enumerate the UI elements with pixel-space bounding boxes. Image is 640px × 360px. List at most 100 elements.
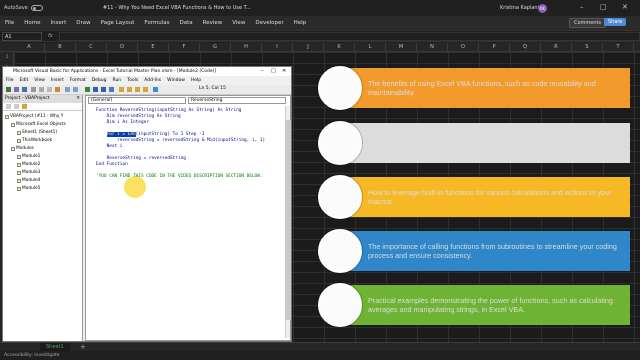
column-header[interactable]: J — [293, 43, 324, 52]
name-box[interactable]: A1 — [2, 31, 42, 41]
column-header[interactable]: S — [572, 43, 603, 52]
column-header[interactable]: U — [634, 43, 640, 52]
tree-sheet1[interactable]: Sheet1 (Sheet1) — [17, 130, 57, 135]
code-window[interactable]: (General) ReverseString Function Reverse… — [85, 95, 291, 341]
save-icon[interactable] — [22, 87, 27, 92]
tab-formulas[interactable]: Formulas — [139, 20, 174, 26]
tab-data[interactable]: Data — [175, 20, 198, 26]
column-header[interactable]: L — [355, 43, 386, 52]
column-header[interactable]: E — [138, 43, 169, 52]
column-header[interactable]: C — [76, 43, 107, 52]
column-header[interactable]: G — [200, 43, 231, 52]
object-dropdown[interactable]: (General) — [88, 97, 186, 104]
tree-module4[interactable]: Module4 — [17, 178, 40, 183]
vba-menu-format[interactable]: Format — [67, 78, 89, 83]
comments-button[interactable]: Comments — [569, 18, 607, 28]
column-header[interactable]: I — [262, 43, 293, 52]
tree-excel-objects[interactable]: Microsoft Excel Objects — [11, 122, 66, 127]
vba-menu-help[interactable]: Help — [188, 78, 204, 83]
callout-text: The importance of calling functions from… — [368, 241, 617, 261]
formula-input[interactable] — [58, 31, 640, 41]
find-icon[interactable] — [55, 87, 60, 92]
close-icon[interactable]: ✕ — [622, 3, 628, 11]
vba-menu-tools[interactable]: Tools — [124, 78, 141, 83]
tab-help[interactable]: Help — [289, 20, 312, 26]
vba-menu-edit[interactable]: Edit — [17, 78, 32, 83]
help-icon[interactable] — [153, 87, 158, 92]
view-code-icon[interactable] — [6, 104, 11, 109]
code-line: Next i — [96, 144, 123, 149]
vba-menu-run[interactable]: Run — [110, 78, 125, 83]
accessibility-status[interactable]: Accessibility: Investigate — [4, 353, 59, 358]
toggle-folders-icon[interactable] — [22, 104, 27, 109]
project-close-icon[interactable]: ✕ — [76, 95, 80, 103]
tree-modules[interactable]: Modules — [11, 146, 34, 151]
reset-icon[interactable] — [101, 87, 106, 92]
column-header[interactable]: A — [14, 43, 45, 52]
vba-menu-file[interactable]: File — [3, 78, 17, 83]
run-icon[interactable] — [85, 87, 90, 92]
cut-icon[interactable] — [31, 87, 36, 92]
column-header[interactable]: K — [324, 43, 355, 52]
column-header[interactable]: T — [603, 43, 634, 52]
toolbox-icon[interactable] — [143, 87, 148, 92]
vba-menu-window[interactable]: Window — [164, 78, 188, 83]
tree-module3[interactable]: Module3 — [17, 170, 40, 175]
code-line-for: For i = Len(inputString) To 1 Step -1 — [96, 132, 204, 137]
vba-menu-insert[interactable]: Insert — [48, 78, 67, 83]
share-button[interactable]: Share — [604, 18, 627, 26]
vba-menu-addins[interactable]: Add-Ins — [141, 78, 164, 83]
paste-icon[interactable] — [47, 87, 52, 92]
tab-file[interactable]: File — [0, 20, 19, 26]
tab-review[interactable]: Review — [198, 20, 228, 26]
tree-thisworkbook[interactable]: ThisWorkbook — [17, 138, 52, 143]
tab-view[interactable]: View — [227, 20, 250, 26]
column-header[interactable]: N — [417, 43, 448, 52]
view-object-icon[interactable] — [14, 104, 19, 109]
column-header[interactable]: Q — [510, 43, 541, 52]
break-icon[interactable] — [93, 87, 98, 92]
autosave-toggle[interactable] — [30, 5, 43, 11]
column-header[interactable]: D — [107, 43, 138, 52]
redo-icon[interactable] — [73, 87, 78, 92]
project-explorer-icon[interactable] — [119, 87, 124, 92]
tree-module5[interactable]: Module5 — [17, 186, 40, 191]
vba-close-icon[interactable]: ✕ — [282, 67, 286, 76]
callout-box: The importance of calling functions from… — [340, 231, 630, 271]
column-header[interactable]: P — [479, 43, 510, 52]
tree-module1[interactable]: Module1 — [17, 154, 40, 159]
properties-icon[interactable] — [127, 87, 132, 92]
vba-menu-view[interactable]: View — [31, 78, 48, 83]
tree-vbaproject[interactable]: VBAProject (#11 - Why Y — [5, 114, 63, 119]
code-scrollbar[interactable] — [285, 106, 291, 338]
copy-icon[interactable] — [39, 87, 44, 92]
vba-minimize-icon[interactable]: – — [261, 67, 264, 76]
vba-menu-debug[interactable]: Debug — [89, 78, 110, 83]
vba-maximize-icon[interactable]: □ — [271, 67, 276, 76]
column-header[interactable]: H — [231, 43, 262, 52]
scroll-thumb[interactable] — [286, 120, 291, 320]
column-header[interactable]: R — [541, 43, 572, 52]
fx-icon[interactable]: fx — [48, 33, 53, 39]
excel-view-icon[interactable] — [6, 87, 11, 92]
undo-icon[interactable] — [65, 87, 70, 92]
avatar[interactable]: KK — [538, 4, 547, 13]
tab-home[interactable]: Home — [19, 20, 45, 26]
design-mode-icon[interactable] — [109, 87, 114, 92]
tree-module2[interactable]: Module2 — [17, 162, 40, 167]
column-header[interactable]: O — [448, 43, 479, 52]
column-header[interactable]: F — [169, 43, 200, 52]
object-browser-icon[interactable] — [135, 87, 140, 92]
callout-text: The benefits of using Excel VBA function… — [368, 78, 596, 98]
procedure-dropdown[interactable]: ReverseString — [188, 97, 286, 104]
tab-draw[interactable]: Draw — [71, 20, 95, 26]
tab-page-layout[interactable]: Page Layout — [96, 20, 140, 26]
column-header[interactable]: M — [386, 43, 417, 52]
tab-insert[interactable]: Insert — [45, 20, 71, 26]
column-header[interactable]: B — [45, 43, 76, 52]
maximize-icon[interactable]: □ — [600, 3, 607, 11]
tab-developer[interactable]: Developer — [250, 20, 288, 26]
row-header[interactable]: 1 — [0, 52, 14, 63]
insert-module-icon[interactable] — [14, 87, 19, 92]
minimize-icon[interactable]: – — [580, 3, 584, 11]
